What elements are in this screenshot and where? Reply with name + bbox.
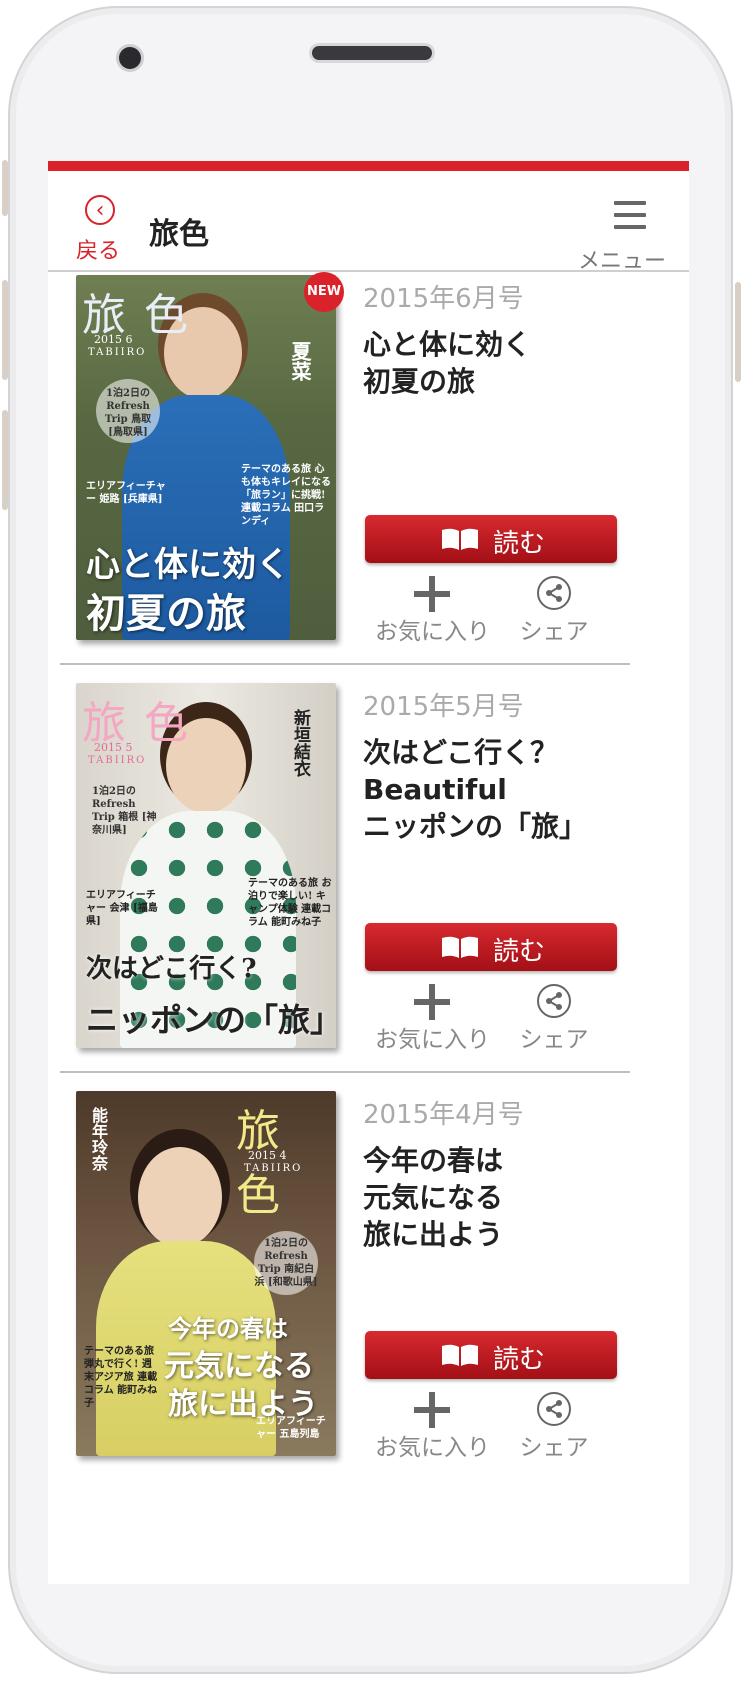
share-button[interactable]: シェア: [518, 984, 590, 1054]
issue-title-line: 次はどこ行く？: [363, 736, 559, 769]
cover-headline: 心と体に効く: [86, 545, 290, 585]
issue-item: 旅 色 2015 4 TABIIRO 能年玲奈 1泊2日の Refresh Tr…: [48, 1088, 689, 1523]
magazine-cover[interactable]: 旅 色 2015 4 TABIIRO 能年玲奈 1泊2日の Refresh Tr…: [76, 1091, 336, 1456]
book-icon: [442, 936, 478, 958]
read-button[interactable]: 読む: [365, 515, 617, 563]
page-title: 旅色: [149, 217, 209, 252]
issue-item: 旅 色 2015 5 TABIIRO 新垣結衣 1泊2日の Refresh Tr…: [48, 680, 689, 1115]
top-accent-bar: [48, 161, 689, 171]
cover-year: 2015 6: [94, 333, 133, 346]
share-button[interactable]: シェア: [518, 1392, 590, 1462]
favorite-button[interactable]: お気に入り: [375, 984, 490, 1054]
cover-feature: エリアフィーチャー 会津 [福島県]: [86, 890, 158, 927]
back-arrow-icon: ‹: [85, 195, 115, 225]
favorite-label: お気に入り: [375, 619, 490, 645]
book-icon: [442, 528, 478, 550]
cover-year: 2015 4: [248, 1149, 287, 1162]
cover-topics: テーマのある旅 お泊りで楽しい! キャンプ体験 連載コラム 能町みね子: [248, 878, 332, 928]
cover-topics: テーマのある旅 弾丸で行く! 週末アジア旅 連載コラム 能町みね子: [84, 1346, 158, 1409]
cover-headline: 旅に出よう: [168, 1387, 318, 1422]
favorite-label: お気に入り: [375, 1027, 490, 1053]
new-badge: NEW: [304, 272, 344, 312]
favorite-label: お気に入り: [375, 1435, 490, 1461]
read-button[interactable]: 読む: [365, 1331, 617, 1379]
cover-tabiiro: TABIIRO: [88, 347, 147, 358]
read-label: 読む: [493, 529, 546, 559]
hamburger-icon: [614, 201, 646, 237]
cover-model-name: 能年玲奈: [89, 1107, 108, 1171]
issue-title-line: 心と体に効く: [363, 328, 532, 361]
cover-topics: テーマのある旅 心も体もキレイになる 「旅ラン」に挑戦! 連載コラム 田口ランデ…: [241, 464, 331, 527]
cover-tabiiro: TABIIRO: [244, 1163, 303, 1174]
share-button[interactable]: シェア: [518, 576, 590, 646]
back-label: 戻る: [76, 239, 121, 264]
issue-title-line: Beautiful: [363, 773, 507, 806]
cover-trip-circle: 1泊2日の Refresh Trip 南紀白浜 [和歌山県]: [254, 1231, 318, 1295]
back-button[interactable]: ‹ 戻る: [76, 195, 128, 264]
cover-trip: 1泊2日の Refresh Trip 箱根 [神奈川県]: [92, 786, 157, 836]
issue-title-line: 元気になる: [363, 1181, 504, 1214]
share-label: シェア: [519, 1027, 589, 1053]
cover-tabiiro: TABIIRO: [88, 755, 147, 766]
issue-title-line: 旅に出よう: [363, 1218, 504, 1251]
volume-up-button: [2, 280, 8, 380]
mute-switch: [2, 160, 8, 216]
cover-headline: 初夏の旅: [86, 590, 246, 637]
favorite-button[interactable]: お気に入り: [375, 576, 490, 646]
issue-item: 旅 色 2015 6 TABIIRO 夏菜 1泊2日の Refresh Trip…: [48, 272, 689, 707]
cover-model-name: 夏菜: [288, 341, 312, 381]
plus-icon: [414, 576, 450, 612]
share-icon: [537, 1392, 571, 1428]
cover-headline: ニッポンの「旅」: [86, 1001, 336, 1039]
divider: [60, 1071, 630, 1073]
cover-trip-circle: 1泊2日の Refresh Trip 鳥取 [鳥取県]: [96, 379, 160, 443]
favorite-button[interactable]: お気に入り: [375, 1392, 490, 1462]
cover-headline: 今年の春は: [168, 1314, 288, 1343]
share-label: シェア: [519, 619, 589, 645]
issue-date: 2015年5月号: [363, 692, 524, 722]
share-icon: [537, 984, 571, 1020]
app-screen: ‹ 戻る 旅色 メニュー 旅 色 2015 6 TABIIRO 夏菜 1泊2日の…: [48, 161, 689, 1584]
volume-down-button: [2, 410, 8, 510]
plus-icon: [414, 1392, 450, 1428]
book-icon: [442, 1344, 478, 1366]
plus-icon: [414, 984, 450, 1020]
divider: [60, 663, 630, 665]
menu-label: メニュー: [578, 249, 667, 274]
issue-date: 2015年6月号: [363, 284, 524, 314]
earpiece-speaker: [312, 46, 432, 60]
menu-button[interactable]: メニュー: [578, 201, 678, 274]
cover-model-name: 新垣結衣: [290, 709, 310, 777]
front-camera: [119, 47, 141, 69]
issue-title-line: ニッポンの「旅」: [363, 810, 588, 843]
read-button[interactable]: 読む: [365, 923, 617, 971]
read-label: 読む: [493, 1345, 546, 1375]
app-header: ‹ 戻る 旅色 メニュー: [48, 171, 689, 274]
power-button: [735, 282, 741, 382]
magazine-cover[interactable]: 旅 色 2015 5 TABIIRO 新垣結衣 1泊2日の Refresh Tr…: [76, 683, 336, 1048]
issue-title-line: 今年の春は: [363, 1144, 504, 1177]
cover-feature: エリアフィーチャー 姫路 [兵庫県]: [86, 481, 166, 505]
cover-year: 2015 5: [94, 741, 133, 754]
issue-date: 2015年4月号: [363, 1100, 524, 1130]
share-label: シェア: [519, 1435, 589, 1461]
read-label: 読む: [493, 937, 546, 967]
cover-headline: 次はどこ行く?: [86, 954, 257, 984]
issue-title-line: 初夏の旅: [363, 365, 476, 398]
magazine-cover[interactable]: 旅 色 2015 6 TABIIRO 夏菜 1泊2日の Refresh Trip…: [76, 275, 336, 640]
share-icon: [537, 576, 571, 612]
